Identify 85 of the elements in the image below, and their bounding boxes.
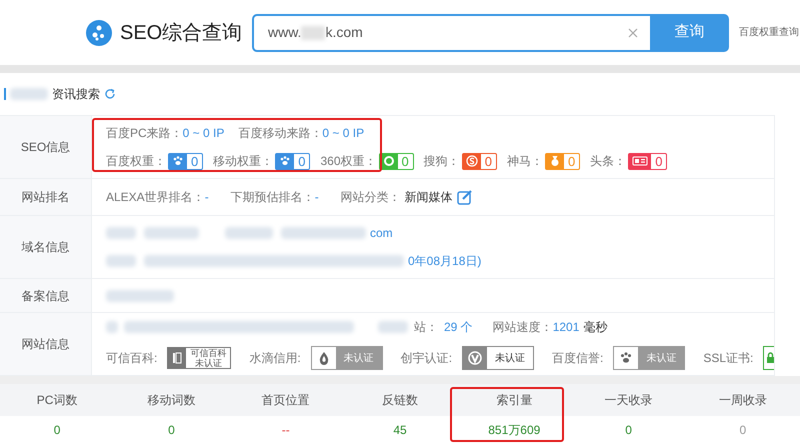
speed-label: 网站速度： [492, 319, 553, 336]
stat-label: 移动词数 [147, 392, 196, 409]
traffic-value: 0 ~ 0 IP [182, 125, 224, 142]
row-label: 网站排名 [22, 189, 70, 206]
search-button[interactable]: 查询 [650, 14, 729, 52]
row-label: 备案信息 [22, 288, 70, 304]
weight-badge: 0 [462, 152, 497, 170]
speed-unit: 毫秒 [583, 319, 608, 336]
stat-label: 一天收录 [604, 392, 653, 409]
refresh-icon[interactable] [104, 88, 116, 100]
stat-label: PC词数 [36, 392, 78, 409]
ring-icon [382, 155, 394, 167]
weight-label: 360权重： [320, 153, 376, 170]
paw-icon [279, 155, 292, 167]
paw-icon [172, 155, 184, 167]
swirl-icon [466, 155, 478, 167]
newspaper-icon [632, 156, 648, 166]
cert-label: 可信百科: [106, 350, 158, 367]
cert-label: SSL证书: [703, 350, 754, 367]
paw-icon [619, 351, 634, 365]
redacted-text [378, 321, 408, 333]
redacted-text [106, 255, 136, 267]
cert-label: 水滴信用: [249, 350, 301, 367]
redacted-text [225, 227, 273, 239]
stat-label: 首页位置 [262, 392, 310, 409]
section-title: 资讯搜索 [52, 86, 100, 103]
weight-label: 移动权重： [213, 153, 274, 170]
site-count-value: 29 个 [444, 319, 473, 336]
traffic-value: 0 ~ 0 IP [322, 125, 364, 142]
stat-value: 0 [740, 422, 746, 439]
weight-query-link[interactable]: 百度权重查询 [739, 25, 799, 40]
edit-icon[interactable] [456, 189, 473, 205]
redacted-text [106, 321, 118, 333]
traffic-label: 百度移动来路： [238, 125, 322, 142]
row-label: 域名信息 [22, 239, 70, 256]
weight-badge: 0 [275, 152, 310, 170]
book-icon [172, 352, 182, 364]
logo-text: SEO综合查询 [120, 20, 242, 46]
weight-label: 头条： [590, 153, 626, 170]
stat-value: 0 [168, 422, 175, 439]
traffic-label: 百度PC来路： [106, 125, 183, 142]
stat-value: 0 [54, 422, 60, 439]
weight-label: 神马： [506, 153, 543, 170]
drop-icon [318, 351, 330, 365]
stat-label: 一周收录 [718, 392, 767, 409]
weight-label: 百度权重： [106, 153, 166, 170]
speed-value: 1201 [552, 319, 580, 336]
horse-icon [548, 155, 561, 167]
expiry-date: 0年08月18日) [408, 253, 482, 270]
stat-value: -- [282, 422, 290, 439]
rank-label: 下期预估排名： [230, 189, 315, 206]
redacted-text [106, 227, 136, 239]
v-shield-icon [468, 351, 482, 365]
category-value: 新闻媒体 [404, 189, 453, 206]
domain-text: com [370, 225, 393, 242]
credibility-badge: 可信百科 未认证 [167, 347, 232, 369]
credit-badge: 未认证 [310, 346, 383, 370]
stat-label: 反链数 [382, 392, 418, 409]
weight-badge: 0 [544, 152, 580, 170]
stat-value: 45 [393, 422, 407, 439]
url-field[interactable]: www. k.com [252, 14, 650, 52]
weight-label: 搜狗： [424, 153, 460, 170]
redacted-text [10, 88, 48, 100]
stat-value: 0 [625, 422, 632, 439]
clear-icon[interactable] [628, 28, 638, 38]
certification-badge: 未认证 [462, 346, 534, 370]
rank-value: - [314, 189, 319, 206]
rank-label: ALEXA世界排名： [106, 189, 205, 206]
redacted-text [144, 227, 199, 239]
logo-icon [86, 20, 112, 46]
weight-badge: 0 [628, 152, 668, 170]
redacted-text [106, 290, 174, 302]
reputation-badge: 未认证 [613, 346, 686, 370]
stat-value: 851万609 [488, 422, 540, 439]
category-label: 网站分类： [340, 189, 401, 206]
weight-badge: 0 [378, 152, 414, 170]
lock-icon [766, 352, 774, 364]
stat-label: 索引量 [496, 392, 532, 409]
cert-label: 百度信誉: [552, 350, 604, 367]
weight-badge: 0 [168, 152, 204, 170]
cert-label: 创宇认证: [400, 350, 452, 367]
row-label: 网站信息 [22, 336, 70, 353]
rank-value: - [204, 189, 209, 206]
site-count-label: 站： [414, 319, 438, 336]
row-label: SEO信息 [20, 139, 70, 156]
